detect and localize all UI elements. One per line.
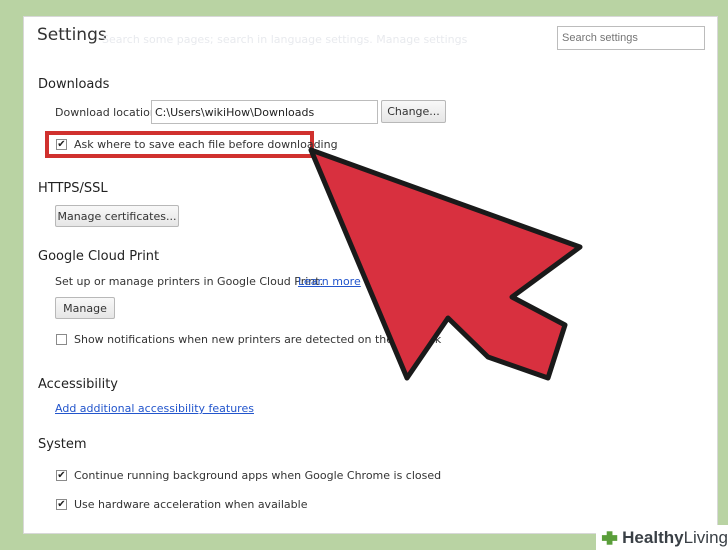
background-apps-label: Continue running background apps when Go… (74, 469, 442, 482)
manage-certificates-button[interactable]: Manage certificates... (55, 205, 179, 227)
download-location-label: Download location: (55, 106, 161, 119)
https-heading: HTTPS/SSL (38, 181, 108, 196)
page-title: Settings (37, 25, 107, 45)
downloads-heading: Downloads (38, 77, 110, 92)
hardware-acceleration-checkbox[interactable]: ✔ (56, 499, 67, 510)
ask-where-checkbox[interactable]: ✔ (56, 139, 67, 150)
manage-printers-button[interactable]: Manage (55, 297, 115, 319)
printer-notify-label: Show notifications when new printers are… (74, 333, 442, 346)
accessibility-heading: Accessibility (38, 377, 118, 392)
cloud-print-description: Set up or manage printers in Google Clou… (55, 275, 324, 288)
download-location-field[interactable]: C:\Users\wikiHow\Downloads (151, 100, 378, 124)
brand-name-light: Living (683, 527, 728, 547)
hardware-acceleration-label: Use hardware acceleration when available (74, 498, 308, 511)
system-heading: System (38, 437, 87, 452)
search-input[interactable] (557, 26, 705, 50)
printer-notify-checkbox[interactable] (56, 334, 67, 345)
settings-panel: Settings Search some pages; search in la… (23, 16, 718, 534)
background-apps-checkbox[interactable]: ✔ (56, 470, 67, 481)
learn-more-link[interactable]: Learn more (298, 275, 361, 288)
change-button[interactable]: Change... (381, 100, 446, 123)
cloud-print-heading: Google Cloud Print (38, 249, 160, 264)
brand-watermark: HealthyLiving (596, 525, 728, 550)
ask-where-label: Ask where to save each file before downl… (74, 138, 338, 151)
accessibility-features-link[interactable]: Add additional accessibility features (55, 402, 254, 415)
plus-leaf-icon (601, 530, 618, 545)
brand-name-strong: Healthy (622, 527, 684, 547)
ghost-header-text: Search some pages; search in language se… (102, 33, 468, 46)
